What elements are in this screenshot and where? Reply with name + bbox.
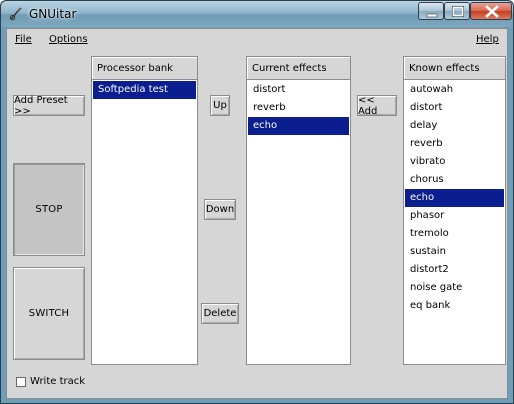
- menu-bar: File Options Help: [7, 29, 507, 51]
- known-effect-item[interactable]: distort: [405, 99, 504, 117]
- minimize-icon: [426, 13, 438, 18]
- menu-file[interactable]: File: [15, 34, 32, 45]
- known-effects-panel: Known effects autowah distort delay reverb v…: [403, 56, 506, 365]
- delete-button[interactable]: Delete: [201, 303, 239, 324]
- guitar-icon: [9, 7, 22, 21]
- known-effect-item[interactable]: sustain: [405, 243, 504, 261]
- current-effects-panel: Current effects distort reverb echo: [246, 56, 351, 365]
- processor-bank-header: Processor bank: [91, 56, 198, 80]
- current-effects-header: Current effects: [246, 56, 351, 80]
- known-effects-list[interactable]: autowah distort delay reverb vibrato chorus ec…: [404, 81, 505, 364]
- current-effect-item[interactable]: distort: [248, 81, 349, 99]
- known-effect-item[interactable]: delay: [405, 117, 504, 135]
- down-button[interactable]: Down: [204, 199, 236, 220]
- known-effect-item[interactable]: phasor: [405, 207, 504, 225]
- main-client-area: File Options Help Add Preset >> STOP SWI…: [6, 28, 508, 399]
- processor-bank-panel: Processor bank Softpedia test: [91, 56, 198, 365]
- current-effect-item[interactable]: echo: [248, 117, 349, 135]
- menu-help[interactable]: Help: [476, 34, 499, 45]
- known-effect-item[interactable]: distort2: [405, 261, 504, 279]
- add-effect-button[interactable]: << Add: [357, 95, 397, 117]
- close-button[interactable]: [470, 2, 512, 20]
- stop-button[interactable]: STOP: [13, 163, 85, 256]
- switch-button[interactable]: SWITCH: [13, 267, 85, 360]
- close-icon: [485, 5, 499, 18]
- write-track-checkbox[interactable]: [16, 377, 26, 387]
- window-title: GNUitar: [29, 7, 77, 21]
- minimize-button[interactable]: [418, 2, 444, 20]
- processor-bank-item[interactable]: Softpedia test: [93, 81, 196, 99]
- write-track-label: Write track: [30, 376, 86, 387]
- known-effect-item[interactable]: vibrato: [405, 153, 504, 171]
- title-bar[interactable]: GNUitar: [1, 1, 513, 27]
- known-effect-item[interactable]: echo: [405, 189, 504, 207]
- add-preset-button[interactable]: Add Preset >>: [13, 95, 85, 117]
- maximize-button[interactable]: [444, 2, 470, 20]
- known-effect-item[interactable]: chorus: [405, 171, 504, 189]
- app-window: GNUitar File Options Help Add Preset >> …: [0, 0, 514, 404]
- known-effect-item[interactable]: autowah: [405, 81, 504, 99]
- known-effect-item[interactable]: tremolo: [405, 225, 504, 243]
- up-button[interactable]: Up: [210, 95, 230, 116]
- processor-bank-list[interactable]: Softpedia test: [92, 81, 197, 364]
- current-effect-item[interactable]: reverb: [248, 99, 349, 117]
- maximize-icon: [452, 5, 464, 17]
- known-effects-header: Known effects: [403, 56, 506, 80]
- menu-options[interactable]: Options: [49, 34, 88, 45]
- known-effect-item[interactable]: reverb: [405, 135, 504, 153]
- known-effect-item[interactable]: noise gate: [405, 279, 504, 297]
- known-effect-item[interactable]: eq bank: [405, 297, 504, 315]
- current-effects-list[interactable]: distort reverb echo: [247, 81, 350, 364]
